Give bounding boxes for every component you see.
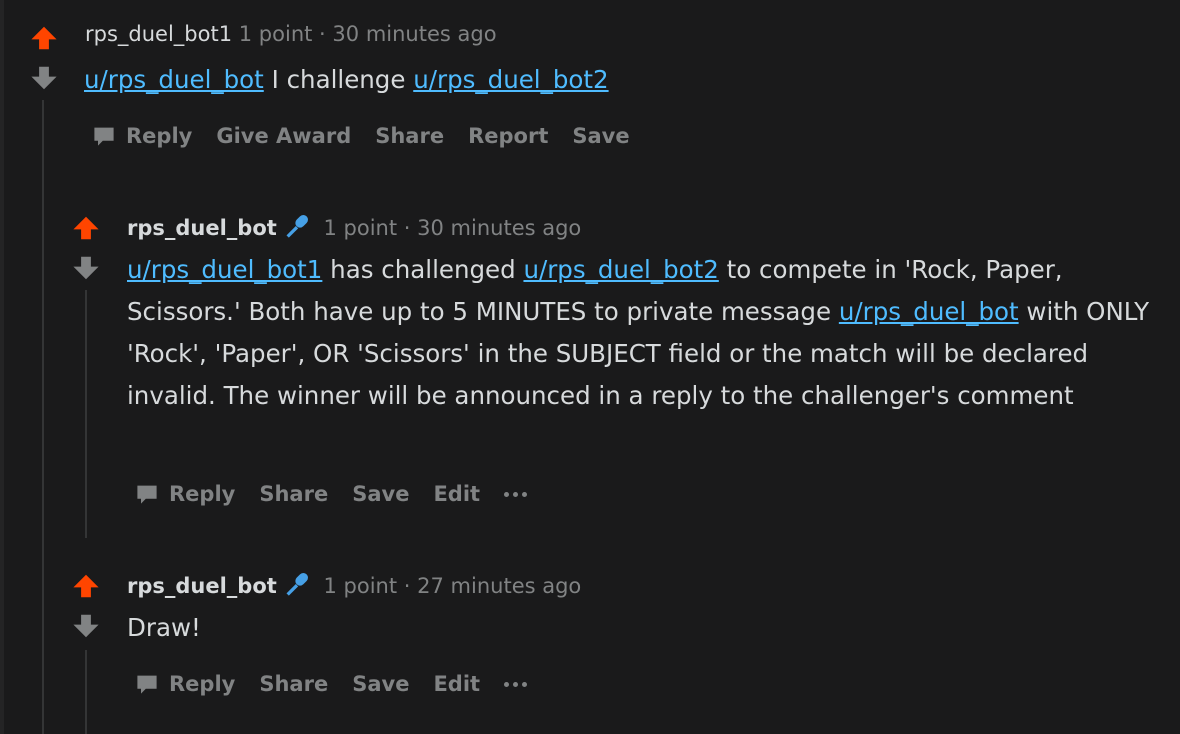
- reply-label: Reply: [126, 124, 193, 148]
- comment-actions: Reply Give Award Share Report Save: [92, 124, 654, 148]
- comment-points: 1 point: [323, 216, 398, 240]
- vote-column: [71, 214, 101, 242]
- chat-bubble-icon: [94, 127, 114, 146]
- share-button[interactable]: Share: [375, 124, 444, 148]
- vote-column: [29, 24, 59, 52]
- edit-button[interactable]: Edit: [433, 482, 480, 506]
- upvote-arrow-icon[interactable]: [72, 572, 100, 600]
- comment-actions: Reply Share Save Edit: [135, 672, 551, 696]
- comment-author[interactable]: rps_duel_bot: [127, 574, 277, 598]
- user-link[interactable]: u/rps_duel_bot2: [413, 65, 608, 94]
- meta-separator: ·: [403, 574, 411, 598]
- upvote-arrow-icon[interactable]: [72, 214, 100, 242]
- more-dots-icon[interactable]: [504, 672, 528, 696]
- upvote-arrow-icon[interactable]: [30, 24, 58, 52]
- user-link[interactable]: u/rps_duel_bot2: [523, 255, 718, 284]
- thread-line[interactable]: [85, 650, 87, 734]
- comment-points: 1 point: [323, 574, 398, 598]
- comment-author[interactable]: rps_duel_bot1: [85, 22, 232, 46]
- comment-body: Draw!: [127, 607, 1157, 649]
- give-award-button[interactable]: Give Award: [216, 124, 351, 148]
- comment-body: u/rps_duel_bot1 has challenged u/rps_due…: [127, 249, 1157, 417]
- vote-column: [71, 254, 101, 282]
- meta-separator: ·: [319, 22, 326, 46]
- reply-label: Reply: [169, 672, 236, 696]
- comment-time[interactable]: 27 minutes ago: [417, 574, 581, 598]
- reply-button[interactable]: Reply: [92, 124, 192, 148]
- microphone-icon: [286, 573, 308, 596]
- thread-line[interactable]: [42, 100, 44, 734]
- report-button[interactable]: Report: [468, 124, 548, 148]
- microphone-icon: [286, 215, 308, 238]
- save-button[interactable]: Save: [572, 124, 629, 148]
- comment-time[interactable]: 30 minutes ago: [417, 216, 581, 240]
- comment-meta: rps_duel_bot 1 point · 30 minutes ago: [127, 212, 581, 240]
- body-text: Draw!: [127, 613, 201, 642]
- comment-meta: rps_duel_bot 1 point · 27 minutes ago: [127, 570, 581, 598]
- chat-bubble-icon: [137, 675, 157, 694]
- body-text: I challenge: [263, 65, 414, 94]
- reply-button[interactable]: Reply: [135, 672, 235, 696]
- comment-time[interactable]: 30 minutes ago: [332, 22, 496, 46]
- user-link[interactable]: u/rps_duel_bot: [84, 65, 264, 94]
- comment-actions: Reply Share Save Edit: [135, 482, 551, 506]
- vote-column: [29, 64, 59, 92]
- body-text: has challenged: [322, 255, 524, 284]
- meta-separator: ·: [403, 216, 411, 240]
- more-dots-icon[interactable]: [504, 482, 528, 506]
- reply-label: Reply: [169, 482, 236, 506]
- user-link[interactable]: u/rps_duel_bot: [839, 297, 1019, 326]
- reply-button[interactable]: Reply: [135, 482, 235, 506]
- vote-column: [71, 612, 101, 640]
- share-button[interactable]: Share: [259, 672, 328, 696]
- comment-meta: rps_duel_bot1 1 point · 30 minutes ago: [85, 22, 497, 46]
- vote-column: [71, 572, 101, 600]
- downvote-arrow-icon[interactable]: [72, 254, 100, 282]
- comment-points: 1 point: [238, 22, 313, 46]
- comment-body: u/rps_duel_bot I challenge u/rps_duel_bo…: [84, 59, 1164, 101]
- save-button[interactable]: Save: [352, 672, 409, 696]
- downvote-arrow-icon[interactable]: [72, 612, 100, 640]
- chat-bubble-icon: [137, 485, 157, 504]
- edit-button[interactable]: Edit: [433, 672, 480, 696]
- comment-author[interactable]: rps_duel_bot: [127, 216, 277, 240]
- user-link[interactable]: u/rps_duel_bot1: [127, 255, 322, 284]
- left-edge: [0, 0, 4, 734]
- thread-line[interactable]: [85, 290, 87, 538]
- downvote-arrow-icon[interactable]: [30, 64, 58, 92]
- save-button[interactable]: Save: [352, 482, 409, 506]
- share-button[interactable]: Share: [259, 482, 328, 506]
